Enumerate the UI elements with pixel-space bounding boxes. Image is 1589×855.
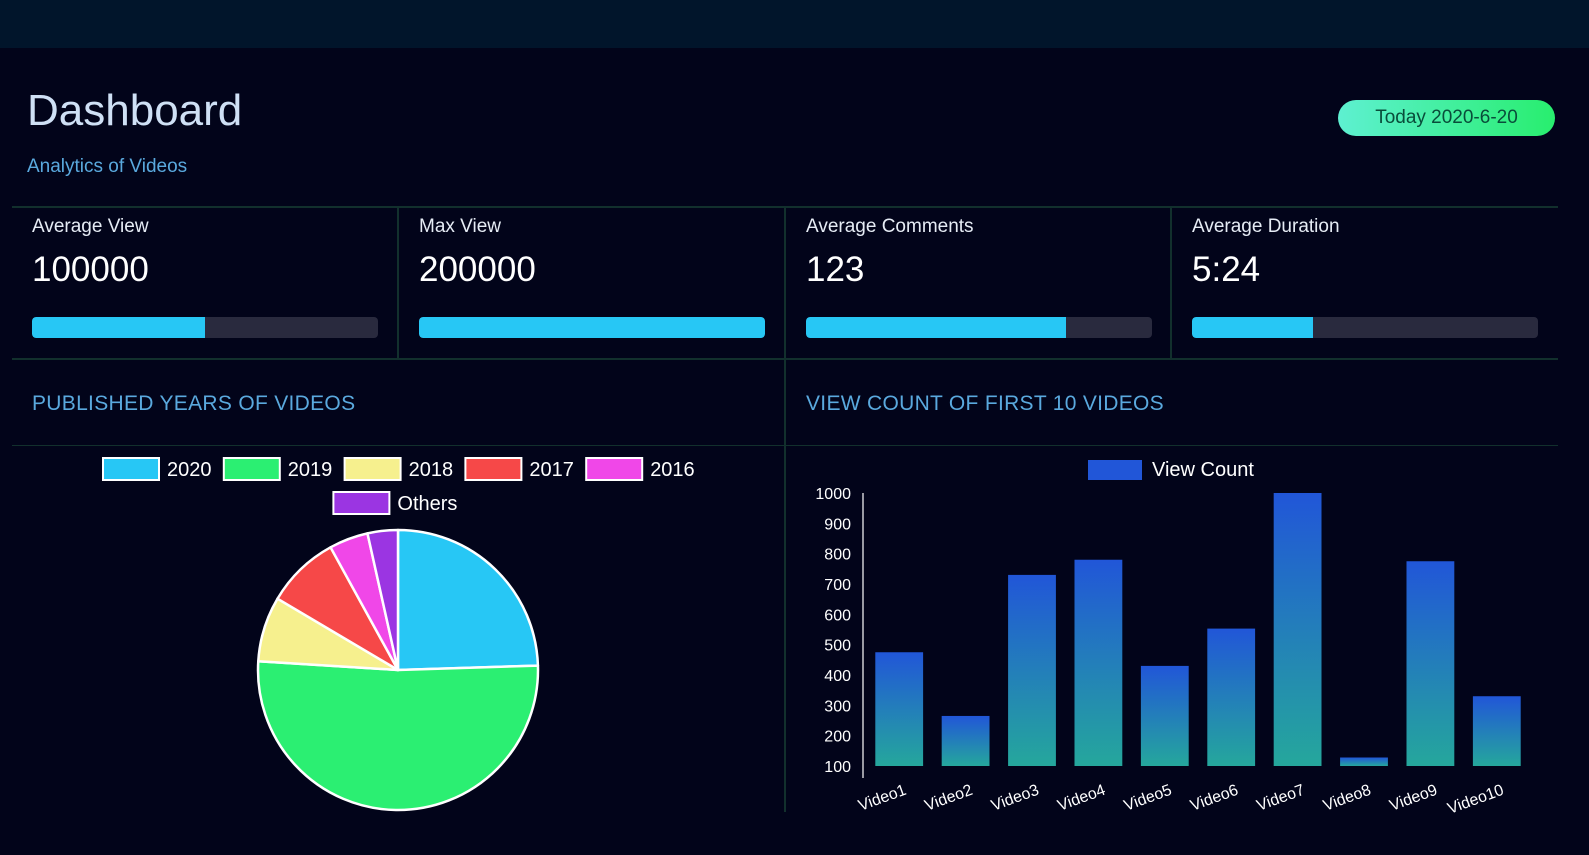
x-tick-label: Video6 [1188, 782, 1240, 815]
bar[interactable] [875, 652, 924, 766]
pie-legend-label: 2020 [167, 459, 212, 481]
stat-card-average-comments: Average Comments 123 [786, 208, 1170, 358]
pie-legend-swatch[interactable] [102, 457, 160, 481]
x-tick-label: Video5 [1122, 782, 1174, 815]
stat-progress-bar [1192, 317, 1538, 338]
y-tick-label: 700 [824, 577, 851, 594]
bar[interactable] [1406, 561, 1455, 766]
x-tick-label: Video7 [1255, 782, 1307, 815]
x-tick-label: Video8 [1321, 782, 1373, 815]
stat-card-average-view: Average View 100000 [12, 208, 397, 358]
bar-legend-swatch[interactable] [1088, 460, 1142, 480]
stat-progress-bar [806, 317, 1152, 338]
bar-chart: View Count 1000 900 800 700 600 500 400 300 200 10… [815, 459, 1521, 818]
top-bar [0, 0, 1589, 48]
bar[interactable] [1140, 665, 1189, 766]
page-title: Dashboard [27, 86, 243, 135]
pie-legend-swatch[interactable] [332, 491, 391, 515]
x-tick-label: Video9 [1387, 782, 1439, 815]
stat-progress-fill [1192, 317, 1314, 338]
bar[interactable] [1472, 696, 1521, 766]
pie-legend-label: 2016 [650, 459, 695, 481]
x-tick-label: Video3 [989, 782, 1041, 815]
stat-value: 100000 [32, 250, 149, 289]
stat-progress-fill [32, 317, 205, 338]
y-tick-label: 600 [824, 607, 851, 624]
stat-value: 123 [806, 250, 865, 289]
stat-progress-fill [419, 317, 765, 338]
stat-label: Average View [32, 216, 149, 237]
y-tick-label: 300 [824, 698, 851, 715]
stat-card-average-duration: Average Duration 5:24 [1172, 208, 1558, 358]
stat-progress-bar [419, 317, 765, 338]
pie-legend-label: 2017 [529, 459, 574, 481]
page-subtitle: Analytics of Videos [27, 156, 188, 177]
date-badge: Today 2020-6-20 [1338, 100, 1555, 136]
stat-value: 200000 [419, 250, 536, 289]
bar-section-title: VIEW COUNT OF FIRST 10 VIDEOS [806, 392, 1164, 415]
bar[interactable] [1273, 493, 1322, 766]
pie-legend-swatch[interactable] [343, 457, 402, 481]
pie-slice[interactable] [256, 659, 540, 812]
pie-legend-swatch[interactable] [585, 457, 644, 481]
x-tick-label: Video10 [1445, 782, 1506, 818]
y-tick-label: 900 [824, 516, 851, 533]
y-tick-label: 1000 [815, 486, 851, 503]
x-tick-label: Video4 [1055, 782, 1107, 815]
y-tick-label: 100 [824, 759, 851, 776]
pie-legend-label: 2018 [409, 459, 454, 481]
y-tick-label: 200 [824, 729, 851, 746]
bar[interactable] [941, 715, 990, 766]
stat-card-max-view: Max View 200000 [399, 208, 784, 358]
y-tick-label: 500 [824, 638, 851, 655]
divider-charts [784, 360, 786, 812]
pie-legend-swatch[interactable] [222, 457, 281, 481]
stat-value: 5:24 [1192, 250, 1261, 289]
bar-legend-label: View Count [1152, 459, 1254, 481]
bar[interactable] [1008, 574, 1056, 766]
bar[interactable] [1207, 628, 1256, 766]
stat-label: Average Duration [1192, 216, 1340, 237]
stat-label: Max View [419, 216, 502, 237]
bar[interactable] [1074, 559, 1123, 766]
y-tick-label: 800 [824, 547, 851, 564]
stat-label: Average Comments [806, 216, 974, 237]
stat-progress-bar [32, 317, 378, 338]
pie-slice[interactable] [396, 528, 540, 672]
x-tick-label: Video2 [923, 782, 975, 815]
x-tick-label: Video1 [856, 782, 908, 815]
pie-legend-label: 2019 [288, 459, 333, 481]
pie-legend-swatch[interactable] [464, 457, 523, 481]
stat-progress-fill [806, 317, 1066, 338]
pie-legend-label: Others [397, 493, 457, 515]
bar[interactable] [1340, 757, 1388, 766]
pie-chart: 2020 2019 2018 2017 2016 Others [102, 457, 695, 812]
y-tick-label: 400 [824, 668, 851, 685]
pie-section-title: PUBLISHED YEARS OF VIDEOS [32, 392, 356, 415]
